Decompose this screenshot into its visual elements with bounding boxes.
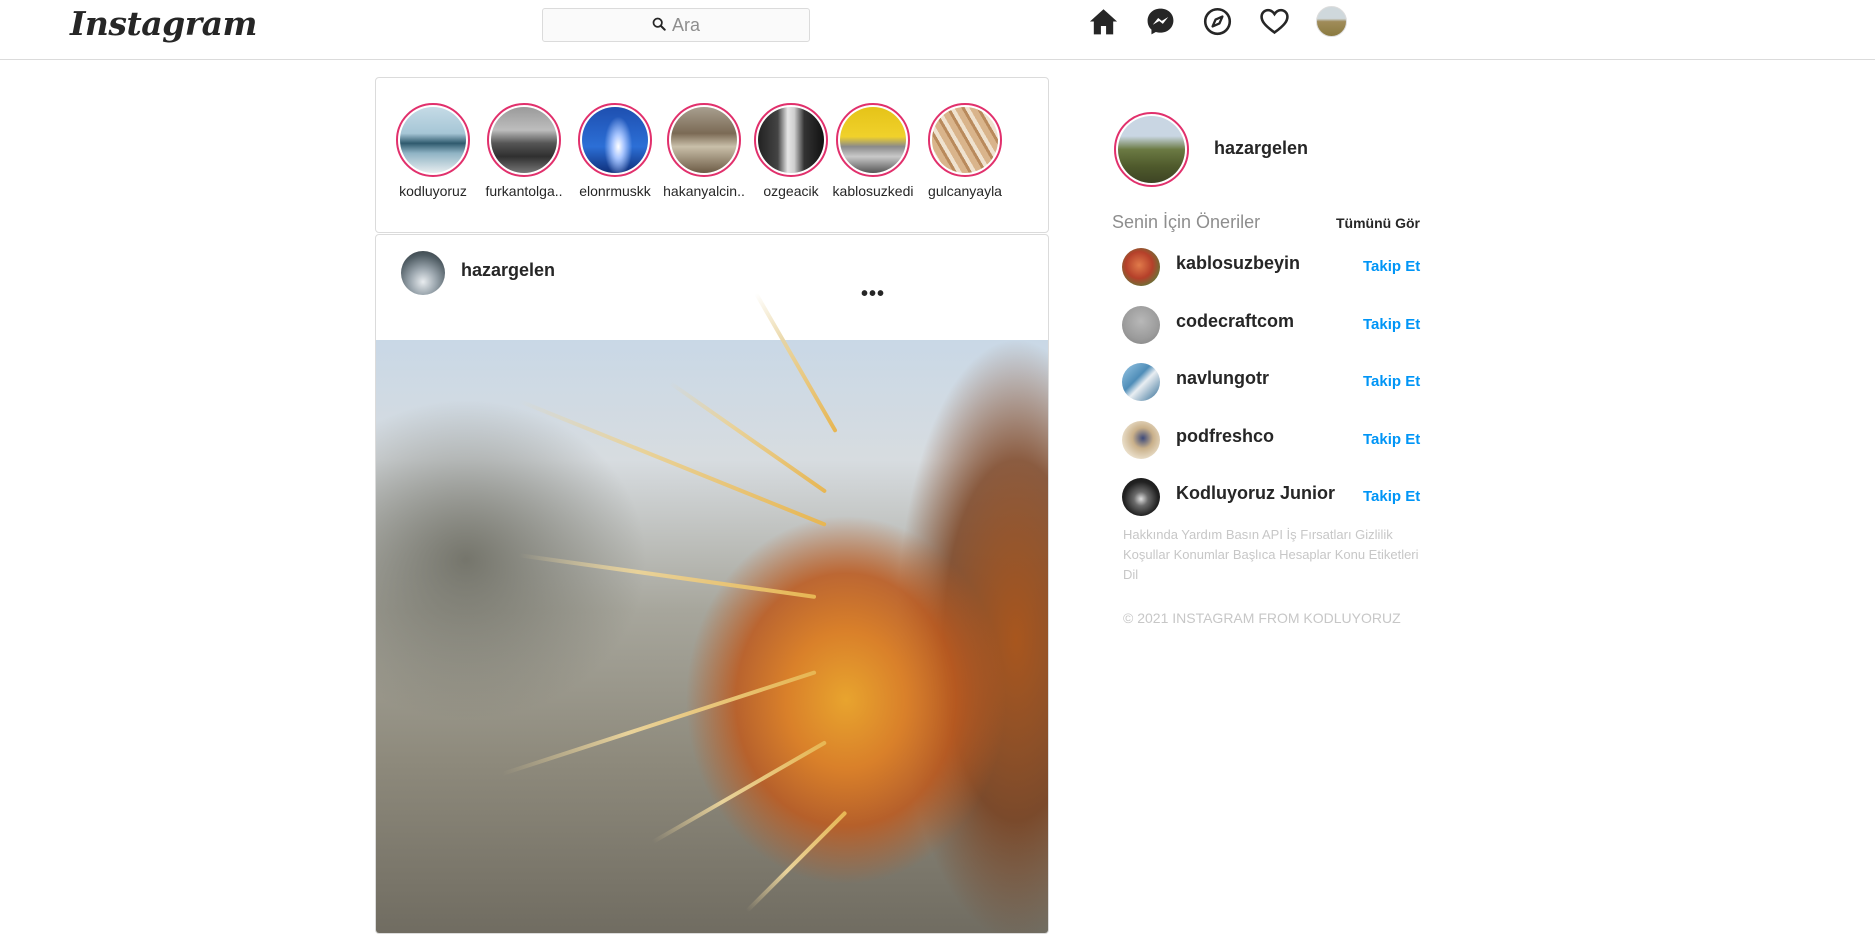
suggestion-item: kablosuzbeyin Takip Et — [1122, 246, 1422, 286]
top-navigation-bar: Instagram Ara — [0, 0, 1875, 60]
post-username[interactable]: hazargelen — [461, 260, 555, 281]
suggestion-username[interactable]: kablosuzbeyin — [1176, 253, 1300, 274]
suggestion-username[interactable]: Kodluyoruz Junior — [1176, 483, 1335, 504]
follow-button[interactable]: Takip Et — [1363, 431, 1420, 448]
avatar — [1316, 6, 1347, 37]
follow-button[interactable]: Takip Et — [1363, 488, 1420, 505]
story-item[interactable]: kodluyoruz — [388, 103, 478, 199]
search-input[interactable]: Ara — [542, 8, 810, 42]
search-placeholder: Ara — [671, 14, 700, 35]
search-icon — [652, 15, 666, 36]
story-avatar — [840, 107, 906, 173]
story-username: gulcanyayla — [928, 183, 1002, 199]
see-all-link[interactable]: Tümünü Gör — [1336, 215, 1420, 231]
story-avatar — [932, 107, 998, 173]
avatar[interactable] — [1122, 248, 1160, 286]
avatar[interactable] — [1122, 363, 1160, 401]
sidebar-username[interactable]: hazargelen — [1214, 138, 1308, 159]
story-username: hakanyalcin.. — [663, 183, 745, 199]
post-image[interactable] — [376, 292, 1048, 933]
follow-button[interactable]: Takip Et — [1363, 258, 1420, 275]
stories-tray: kodluyoruz furkantolga.. elonrmuskk haka… — [375, 77, 1049, 233]
sidebar-profile-avatar[interactable] — [1114, 112, 1189, 187]
avatar[interactable] — [1122, 306, 1160, 344]
story-username: elonrmuskk — [579, 183, 651, 199]
story-avatar — [491, 107, 557, 173]
instagram-logo[interactable]: Instagram — [70, 4, 257, 43]
heart-icon[interactable] — [1257, 4, 1292, 39]
copyright-text: © 2021 INSTAGRAM FROM KODLUYORUZ — [1123, 610, 1401, 626]
avatar[interactable] — [1122, 421, 1160, 459]
story-avatar — [671, 107, 737, 173]
footer-links[interactable]: Hakkında Yardım Basın API İş Fırsatları … — [1123, 525, 1423, 585]
story-avatar — [582, 107, 648, 173]
story-username: kablosuzkedi — [832, 183, 914, 199]
suggestion-item: codecraftcom Takip Et — [1122, 304, 1422, 344]
story-item[interactable]: furkantolga.. — [479, 103, 569, 199]
suggestion-username[interactable]: navlungotr — [1176, 368, 1269, 389]
home-icon[interactable] — [1086, 4, 1121, 39]
suggestions-title: Senin İçin Öneriler — [1112, 212, 1261, 232]
story-username: furkantolga.. — [485, 183, 563, 199]
avatar[interactable] — [401, 251, 445, 295]
story-item[interactable]: ozgeacik — [746, 103, 836, 199]
explore-compass-icon[interactable] — [1200, 4, 1235, 39]
story-item[interactable]: hakanyalcin.. — [659, 103, 749, 199]
suggestion-item: navlungotr Takip Et — [1122, 361, 1422, 401]
story-item[interactable]: gulcanyayla — [920, 103, 1010, 199]
follow-button[interactable]: Takip Et — [1363, 373, 1420, 390]
suggestion-username[interactable]: podfreshco — [1176, 426, 1274, 447]
suggestion-username[interactable]: codecraftcom — [1176, 311, 1294, 332]
profile-avatar-button[interactable] — [1314, 4, 1349, 39]
avatar[interactable] — [1122, 478, 1160, 516]
story-username: kodluyoruz — [399, 183, 467, 199]
suggestion-item: Kodluyoruz Junior Takip Et — [1122, 476, 1422, 516]
more-options-icon[interactable]: ••• — [861, 283, 885, 306]
story-avatar — [400, 107, 466, 173]
feed-post: hazargelen ••• — [375, 234, 1049, 934]
story-item[interactable]: kablosuzkedi — [828, 103, 918, 199]
follow-button[interactable]: Takip Et — [1363, 316, 1420, 333]
suggestion-item: podfreshco Takip Et — [1122, 419, 1422, 459]
nav-icons — [1086, 4, 1349, 39]
story-item[interactable]: elonrmuskk — [570, 103, 660, 199]
story-avatar — [758, 107, 824, 173]
story-username: ozgeacik — [763, 183, 819, 199]
messenger-icon[interactable] — [1143, 4, 1178, 39]
